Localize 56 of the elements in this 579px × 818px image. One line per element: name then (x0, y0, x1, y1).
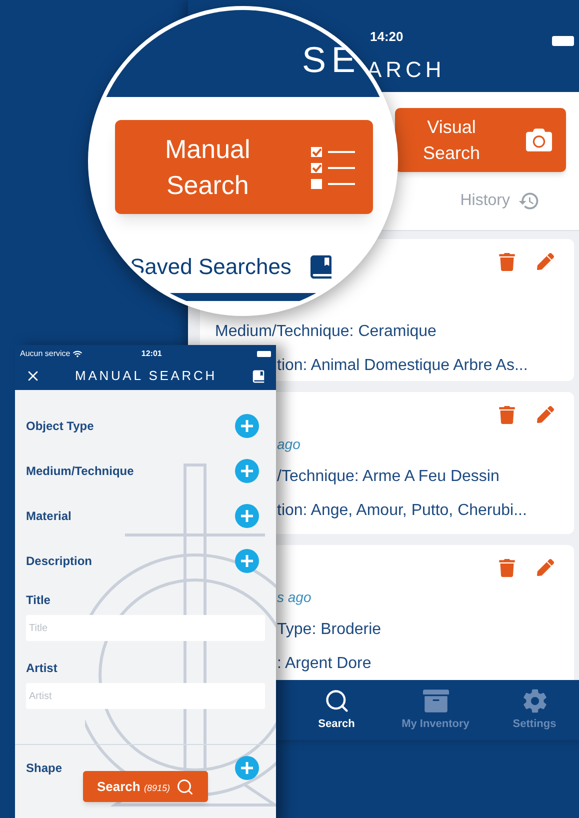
saved-search-card[interactable]: s ago Type: Broderie : Argent Dore (276, 545, 574, 680)
pencil-icon[interactable] (537, 253, 554, 270)
plus-icon (240, 508, 254, 522)
search-icon (176, 778, 194, 796)
field-label: Material (26, 508, 72, 524)
plus-icon (240, 418, 254, 432)
search-criteria: Type: Broderie (277, 620, 382, 640)
book-icon[interactable] (251, 368, 266, 384)
search-criteria: tion: Ange, Amour, Putto, Cherubi... (277, 501, 527, 521)
settings-icon (522, 688, 548, 714)
screen-title: ARCH (367, 56, 446, 84)
carrier-text: Aucun service (20, 348, 70, 360)
trash-icon[interactable] (499, 406, 515, 424)
input-field[interactable]: Artist (26, 683, 265, 709)
plus-icon (240, 554, 254, 568)
field-label: Object Type (26, 418, 94, 434)
search-criteria: /Technique: Arme A Feu Dessin (277, 467, 500, 487)
trash-icon[interactable] (499, 253, 515, 271)
time-ago: s ago (277, 588, 312, 607)
camera-icon (524, 127, 554, 153)
wifi-icon (73, 350, 82, 358)
add-button[interactable] (235, 504, 259, 528)
field-label: Shape (26, 760, 62, 776)
archive-box-icon (422, 688, 448, 714)
input-field[interactable]: Title (26, 615, 265, 641)
pencil-icon[interactable] (537, 406, 554, 423)
search-criteria: tion: Animal Domestique Arbre As... (277, 356, 528, 376)
status-time: 12:01 (141, 348, 162, 360)
search-criteria: Medium/Technique: Ceramique (215, 322, 436, 342)
nav-item[interactable]: Settings (485, 680, 579, 740)
add-button[interactable] (235, 414, 259, 438)
trash-icon[interactable] (499, 559, 515, 577)
saved-search-card[interactable]: ago /Technique: Arme A Feu Dessin tion: Ange, Amour, Putto, Cherubi... (276, 392, 574, 534)
search-criteria: : Argent Dore (277, 654, 372, 674)
field-label: Artist (26, 660, 58, 677)
manual-search-button[interactable]: Manual Search (115, 120, 373, 214)
add-button[interactable] (235, 548, 259, 572)
pencil-icon[interactable] (537, 559, 554, 576)
battery-icon (552, 36, 574, 46)
battery-icon (257, 350, 271, 356)
time-ago: ago (277, 435, 300, 454)
history-icon (518, 190, 540, 212)
add-button[interactable] (235, 458, 259, 482)
add-button[interactable] (235, 756, 259, 780)
search-button[interactable]: Search (8915) (83, 771, 208, 802)
plus-icon (240, 464, 254, 478)
nav-item[interactable]: My Inventory (386, 680, 485, 740)
field-label: Title (26, 592, 50, 609)
plus-icon (240, 760, 254, 774)
search-icon (324, 688, 350, 714)
field-label: Medium/Technique (26, 462, 134, 480)
history-tab[interactable]: History (460, 189, 540, 213)
field-label: Description (26, 552, 92, 570)
nav-item[interactable]: Search (287, 680, 386, 740)
visual-search-button[interactable]: Visual Search (395, 108, 566, 172)
status-time: 14:20 (370, 28, 404, 46)
